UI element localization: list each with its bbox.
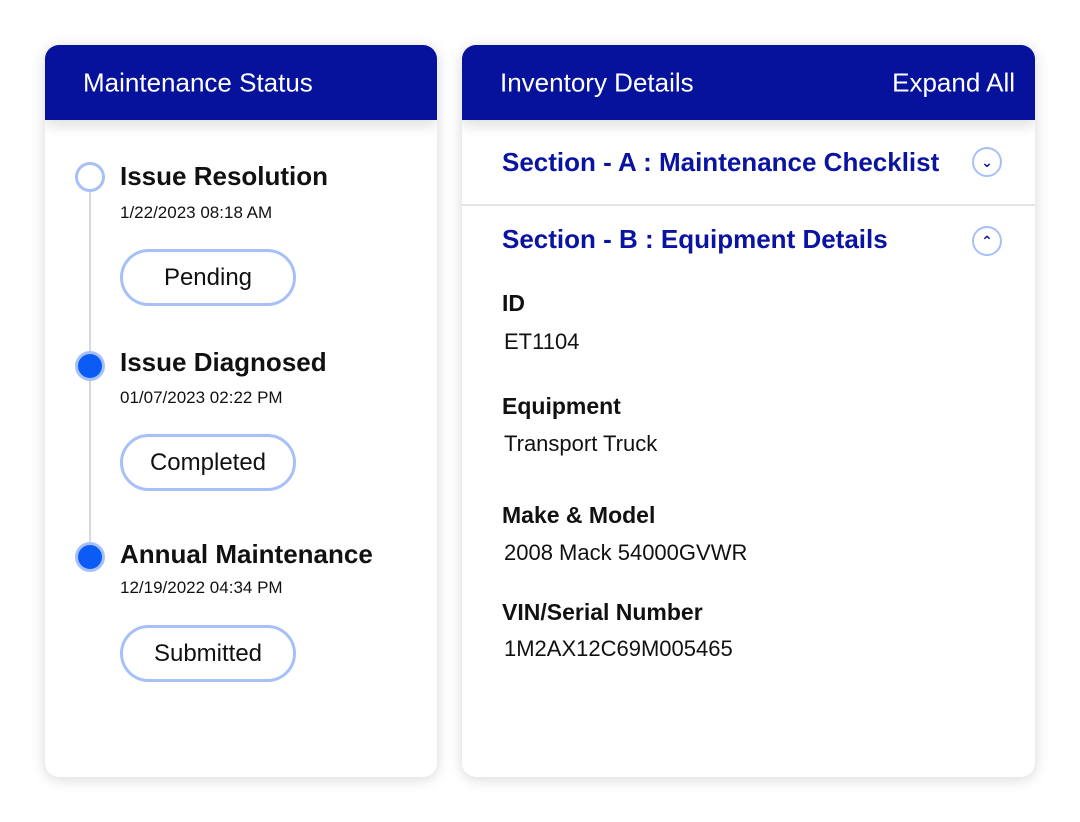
maintenance-status-header: Maintenance Status: [45, 45, 437, 120]
expand-all-button[interactable]: Expand All: [892, 67, 1015, 98]
timeline-dot-completed: [75, 542, 105, 572]
timeline-item-datetime: 01/07/2023 02:22 PM: [120, 388, 283, 407]
timeline-item-title: Annual Maintenance: [120, 539, 373, 569]
field-label-equipment: Equipment: [502, 393, 621, 419]
chevron-down-icon[interactable]: ⌄: [972, 147, 1002, 177]
timeline-item-title: Issue Diagnosed: [120, 347, 327, 377]
chevron-up-icon[interactable]: ⌃: [972, 226, 1002, 256]
status-pill-submitted[interactable]: Submitted: [120, 625, 296, 682]
field-value-make-model: 2008 Mack 54000GVWR: [504, 540, 748, 565]
timeline-item-title: Issue Resolution: [120, 161, 329, 191]
field-label-id: ID: [502, 290, 525, 316]
inventory-details-header: Inventory Details Expand All: [462, 45, 1035, 120]
timeline-item-datetime: 12/19/2022 04:34 PM: [120, 578, 283, 597]
maintenance-status-title: Maintenance Status: [83, 67, 313, 97]
status-pill-pending[interactable]: Pending: [120, 249, 296, 306]
status-pill-completed[interactable]: Completed: [120, 434, 296, 491]
timeline-dot-pending: [75, 162, 105, 192]
field-value-equipment: Transport Truck: [504, 431, 658, 456]
field-value-id: ET1104: [504, 329, 580, 354]
section-divider: [462, 204, 1035, 206]
maintenance-status-card: Maintenance Status Issue Resolution 1/22…: [45, 45, 437, 777]
field-label-make-model: Make & Model: [502, 502, 656, 528]
timeline-dot-completed: [75, 351, 105, 381]
section-a-header[interactable]: Section - A : Maintenance Checklist: [502, 147, 939, 178]
inventory-details-title: Inventory Details: [500, 67, 694, 97]
section-b-header[interactable]: Section - B : Equipment Details: [502, 224, 888, 255]
field-label-vin: VIN/Serial Number: [502, 599, 703, 625]
field-value-vin: 1M2AX12C69M005465: [504, 636, 733, 661]
inventory-details-card: Inventory Details Expand All Section - A…: [462, 45, 1035, 777]
timeline-item-datetime: 1/22/2023 08:18 AM: [120, 203, 273, 222]
